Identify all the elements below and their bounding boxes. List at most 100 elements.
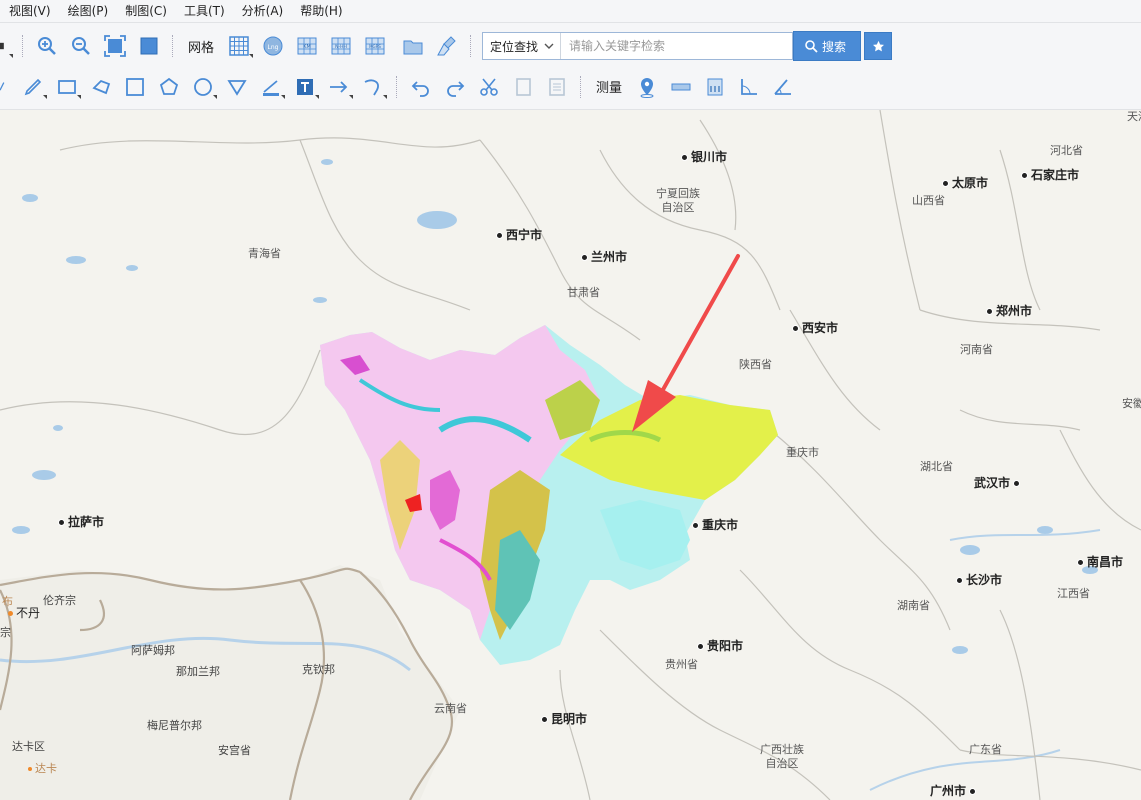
zoom-out-button[interactable] [66, 31, 96, 61]
search-button[interactable]: 搜索 [793, 31, 862, 61]
measure-label: 测量 [596, 81, 623, 96]
lng-text: Lng [268, 44, 279, 51]
favorite-button[interactable] [864, 32, 893, 60]
city-xining[interactable]: 西宁市 [496, 226, 542, 243]
region-guangxi: 广西壮族 自治区 [760, 743, 804, 770]
zoom-extent-button[interactable] [100, 31, 130, 61]
undo-button[interactable] [406, 72, 436, 102]
city-lanzhou[interactable]: 兰州市 [581, 248, 627, 265]
city-yinchuan[interactable]: 银川市 [681, 148, 727, 165]
menu-view[interactable]: 视图(V) [0, 0, 59, 22]
search-input[interactable] [561, 35, 793, 57]
grid-button[interactable] [224, 31, 254, 61]
clear-button[interactable] [432, 31, 462, 61]
city-taiyuan[interactable]: 太原市 [942, 174, 988, 191]
city-xian[interactable]: 西安市 [792, 319, 838, 336]
measure-distance-button[interactable] [666, 72, 696, 102]
circle-icon [194, 77, 212, 96]
line-tool-button[interactable] [0, 72, 14, 102]
region-gansu: 甘肃省 [567, 286, 600, 299]
rectangle-tool-button[interactable] [52, 72, 82, 102]
toolbar-separator [580, 75, 582, 98]
map-view[interactable]: 银川市 太原市 石家庄市 西宁市 兰州市 西安市 郑州市 拉萨市 重庆市 武汉市… [0, 110, 1141, 800]
city-guiyang[interactable]: 贵阳市 [697, 637, 743, 654]
area-icon [707, 78, 723, 95]
zoom-extent-icon [104, 35, 126, 57]
measure-angle-button[interactable] [734, 72, 764, 102]
measure-azimuth-button[interactable] [768, 72, 798, 102]
pencil-icon [24, 78, 42, 95]
freehand-tool-button[interactable] [18, 72, 48, 102]
city-guangzhou[interactable]: 广州市 [930, 782, 979, 799]
text-tool-button[interactable] [290, 72, 320, 102]
zoom-in-button[interactable] [32, 31, 62, 61]
km-grid-button[interactable]: KM [292, 31, 322, 61]
city-wuhan[interactable]: 武汉市 [974, 474, 1023, 491]
grid-icon [229, 36, 249, 56]
arrow-tool-button[interactable] [324, 72, 354, 102]
lng-grid-button[interactable]: Lng [258, 31, 288, 61]
copy-button[interactable] [508, 72, 538, 102]
search-button-label: 搜索 [822, 39, 847, 54]
pentagon-tool-button[interactable] [154, 72, 184, 102]
region-hebei: 河北省 [1050, 144, 1083, 157]
triangle-tool-button[interactable] [222, 72, 252, 102]
search-type-select[interactable]: 定位查找 [483, 33, 562, 59]
region-guangdong: 广东省 [969, 743, 1002, 756]
menu-tools[interactable]: 工具(T) [175, 0, 233, 22]
city-nanchang[interactable]: 南昌市 [1077, 553, 1123, 570]
city-chongqing[interactable]: 重庆市 [692, 516, 738, 533]
undo-icon [411, 80, 429, 97]
scissors-icon [480, 77, 498, 96]
locate-point-button[interactable] [632, 72, 662, 102]
city-lhasa[interactable]: 拉萨市 [58, 513, 104, 530]
square-tool-button[interactable] [120, 72, 150, 102]
rectangle-icon [58, 79, 76, 94]
paste-button[interactable] [542, 72, 572, 102]
city-shijiazhuang[interactable]: 石家庄市 [1021, 166, 1079, 183]
label-assam: 阿萨姆邦 [131, 644, 175, 657]
city-changsha[interactable]: 长沙市 [956, 571, 1002, 588]
globe-icon: Lng [263, 36, 283, 56]
label-dhaka-division: 达卡区 [12, 740, 45, 753]
curve-tool-button[interactable] [358, 72, 388, 102]
search-icon [805, 40, 818, 53]
region-guizhou: 贵州省 [665, 658, 698, 671]
full-extent-button[interactable] [134, 31, 164, 61]
layer-tool-button[interactable] [0, 31, 14, 61]
region-hubei: 湖北省 [920, 460, 953, 473]
toolbar-separator [22, 35, 24, 57]
city-kunming[interactable]: 昆明市 [541, 710, 587, 727]
zoom-in-icon [38, 37, 56, 55]
region-ningxia: 宁夏回族 自治区 [656, 187, 700, 214]
cut-button[interactable] [474, 72, 504, 102]
city-zhengzhou[interactable]: 郑州市 [986, 302, 1032, 319]
menu-draw[interactable]: 绘图(P) [59, 0, 117, 22]
text-icon [297, 78, 313, 95]
redo-button[interactable] [440, 72, 470, 102]
label-dhaka: 达卡 [28, 760, 57, 776]
menu-bar: 视图(V) 绘图(P) 制图(C) 工具(T) 分析(A) 帮助(H) [0, 0, 1141, 23]
menu-cartography[interactable]: 制图(C) [116, 0, 175, 22]
menu-help[interactable]: 帮助(H) [291, 0, 350, 22]
region-hunan: 湖南省 [897, 599, 930, 612]
region-shaanxi: 陕西省 [739, 358, 772, 371]
menu-analysis[interactable]: 分析(A) [233, 0, 292, 22]
open-folder-button[interactable] [398, 31, 428, 61]
mgrs-grid-button[interactable]: MGRS [360, 31, 390, 61]
circle-tool-button[interactable] [188, 72, 218, 102]
ruler-icon [671, 83, 691, 90]
arrow-right-icon [330, 80, 348, 93]
polygon-tool-button[interactable] [86, 72, 116, 102]
folder-icon [403, 40, 423, 55]
zoom-out-icon [72, 37, 90, 55]
nh-grid-button[interactable]: N-HH [326, 31, 356, 61]
region-henan: 河南省 [960, 343, 993, 356]
brush-tool-button[interactable] [256, 72, 286, 102]
grid-label: 网格 [188, 40, 215, 56]
region-jiangxi: 江西省 [1057, 587, 1090, 600]
full-extent-icon [140, 37, 158, 55]
region-tianjin: 天津 [1127, 110, 1141, 123]
measure-area-button[interactable] [700, 72, 730, 102]
star-icon [872, 40, 884, 51]
